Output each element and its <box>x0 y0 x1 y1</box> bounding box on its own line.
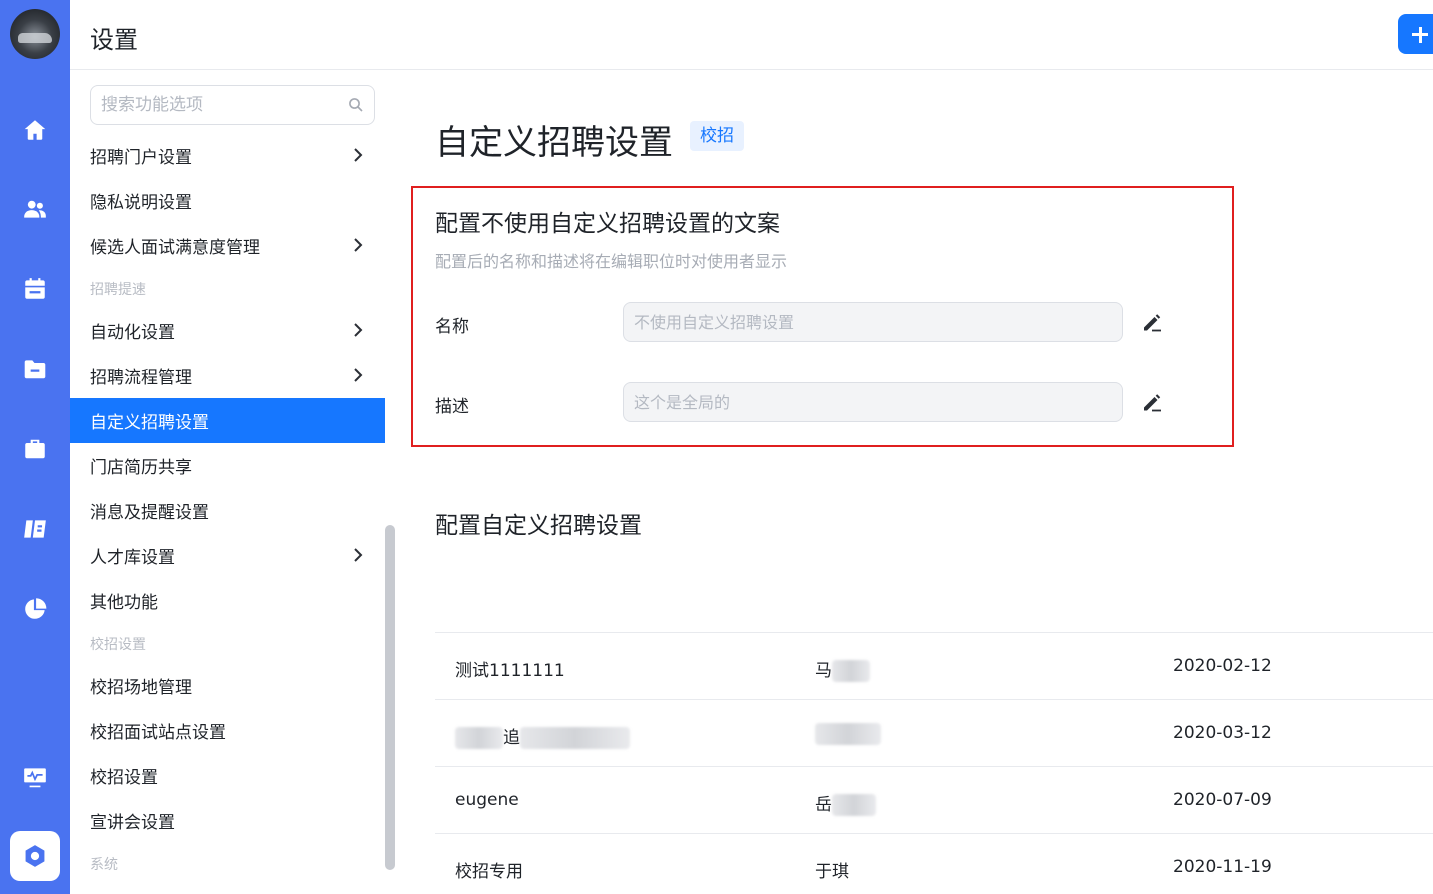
row-date: 2020-07-09 <box>1173 790 1272 810</box>
redacted-block <box>815 723 881 745</box>
menu-item-label: 招聘流程管理 <box>90 368 192 388</box>
users-icon[interactable] <box>22 196 48 222</box>
menu-item-label: 其他功能 <box>90 593 158 613</box>
row-date: 2020-11-19 <box>1173 857 1272 877</box>
folder-icon[interactable] <box>22 356 48 382</box>
search-input[interactable] <box>90 85 375 125</box>
row-date: 2020-03-12 <box>1173 723 1272 743</box>
top-header: 设置 <box>70 0 1433 70</box>
menu-item-campus-venue[interactable]: 校招场地管理 <box>70 663 385 708</box>
menu-scrollbar[interactable] <box>385 525 395 870</box>
add-button[interactable] <box>1398 14 1433 54</box>
row-date: 2020-02-12 <box>1173 656 1272 676</box>
row-owner: 于琪 <box>815 862 849 882</box>
row-owner: 岳 <box>815 790 876 816</box>
menu-item-satisfaction[interactable]: 候选人面试满意度管理 <box>70 223 385 268</box>
menu-item-label: 自动化设置 <box>90 323 175 343</box>
pie-chart-icon[interactable] <box>22 596 48 622</box>
chevron-right-icon <box>354 548 363 562</box>
search-icon <box>349 98 363 112</box>
section-title-default-copy: 配置不使用自定义招聘设置的文案 <box>435 211 780 237</box>
row-owner: 马 <box>815 656 870 682</box>
name-input[interactable] <box>623 302 1123 342</box>
menu-item-talent-pool[interactable]: 人才库设置 <box>70 533 385 578</box>
description-input[interactable] <box>623 382 1123 422</box>
settings-icon[interactable] <box>10 831 60 881</box>
menu-item-label: 候选人面试满意度管理 <box>90 238 260 258</box>
redacted-block <box>832 794 876 816</box>
chevron-right-icon <box>354 323 363 337</box>
chevron-right-icon <box>354 368 363 382</box>
avatar[interactable] <box>10 9 60 59</box>
menu-item-privacy[interactable]: 隐私说明设置 <box>70 178 385 223</box>
menu-group-system: 系统 <box>90 857 118 873</box>
icon-rail <box>0 0 70 894</box>
row-name: eugene <box>455 790 519 810</box>
monitor-icon[interactable] <box>22 764 48 790</box>
menu-group-speedup: 招聘提速 <box>90 282 146 298</box>
table-row[interactable]: 追 2020-03-12 <box>435 699 1433 767</box>
menu-item-label: 校招设置 <box>90 768 158 788</box>
table-row[interactable]: 测试1111111 马 2020-02-12 <box>435 632 1433 700</box>
edit-icon[interactable] <box>1141 311 1163 333</box>
menu-item-label: 隐私说明设置 <box>90 193 192 213</box>
menu-item-campus-site[interactable]: 校招面试站点设置 <box>70 708 385 753</box>
row-owner <box>815 723 881 745</box>
owner-text: 岳 <box>815 795 832 815</box>
redacted-block <box>520 727 630 749</box>
menu-item-label: 消息及提醒设置 <box>90 503 209 523</box>
section-title-custom-settings: 配置自定义招聘设置 <box>435 513 642 539</box>
table-row[interactable]: eugene 岳 2020-07-09 <box>435 766 1433 834</box>
menu-item-campus-settings[interactable]: 校招设置 <box>70 753 385 798</box>
section-description: 配置后的名称和描述将在编辑职位时对使用者显示 <box>435 252 788 271</box>
briefcase-icon[interactable] <box>22 436 48 462</box>
menu-item-label: 自定义招聘设置 <box>90 413 209 433</box>
campus-tag: 校招 <box>690 121 744 151</box>
name-label: 名称 <box>435 317 469 337</box>
chevron-right-icon <box>354 148 363 162</box>
menu-item-seminar[interactable]: 宣讲会设置 <box>70 798 385 843</box>
menu-item-portal[interactable]: 招聘门户设置 <box>70 133 385 178</box>
settings-menu: 招聘门户设置 隐私说明设置 候选人面试满意度管理 招聘提速 自动化设置 招聘流程… <box>70 70 395 894</box>
menu-item-label: 人才库设置 <box>90 548 175 568</box>
owner-text: 马 <box>815 661 832 681</box>
menu-item-other[interactable]: 其他功能 <box>70 578 385 623</box>
edit-icon[interactable] <box>1141 391 1163 413</box>
menu-group-campus: 校招设置 <box>90 637 146 653</box>
calendar-icon[interactable] <box>22 276 48 302</box>
menu-item-notifications[interactable]: 消息及提醒设置 <box>70 488 385 533</box>
page-header-title: 设置 <box>90 26 138 54</box>
menu-item-store-share[interactable]: 门店简历共享 <box>70 443 385 488</box>
description-label: 描述 <box>435 397 469 417</box>
menu-item-label: 校招面试站点设置 <box>90 723 226 743</box>
menu-item-process[interactable]: 招聘流程管理 <box>70 353 385 398</box>
menu-item-automation[interactable]: 自动化设置 <box>70 308 385 353</box>
page-title: 自定义招聘设置 <box>435 123 673 163</box>
row-name: 测试1111111 <box>455 661 565 681</box>
book-icon[interactable] <box>22 516 48 542</box>
chevron-right-icon <box>354 238 363 252</box>
menu-item-label: 招聘门户设置 <box>90 148 192 168</box>
table-row[interactable]: 校招专用 于琪 2020-11-19 <box>435 833 1433 894</box>
name-text: 追 <box>503 728 520 748</box>
row-name: 追 <box>455 723 630 749</box>
row-name: 校招专用 <box>455 862 523 882</box>
redacted-block <box>832 660 870 682</box>
menu-item-label: 校招场地管理 <box>90 678 192 698</box>
menu-item-label: 门店简历共享 <box>90 458 192 478</box>
menu-item-custom-recruit[interactable]: 自定义招聘设置 <box>70 398 385 443</box>
menu-item-label: 宣讲会设置 <box>90 813 175 833</box>
home-icon[interactable] <box>22 117 48 143</box>
redacted-block <box>455 727 503 749</box>
